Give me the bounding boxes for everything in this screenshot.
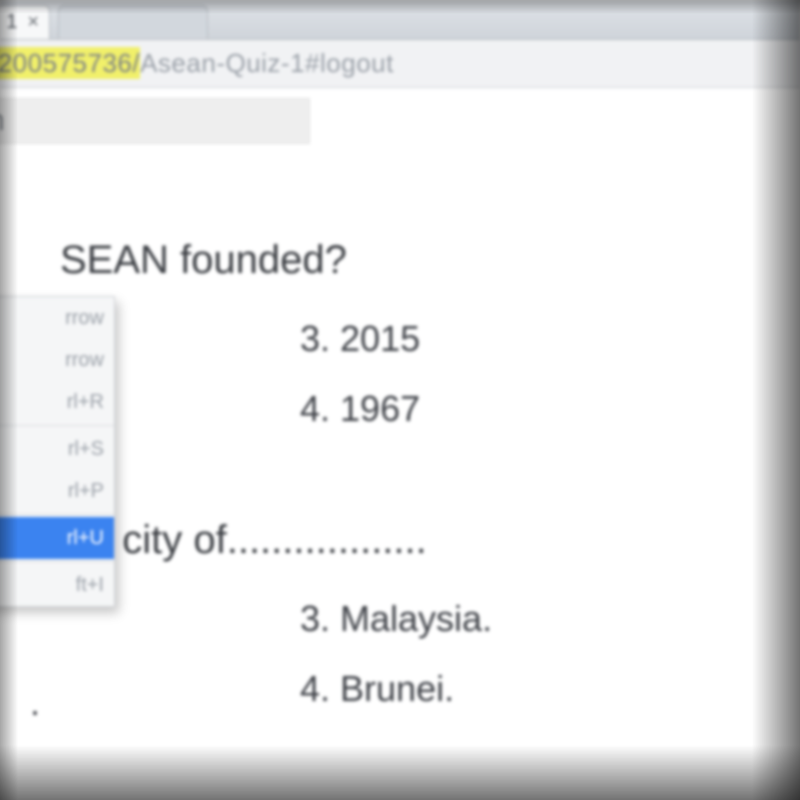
context-menu-item[interactable]: rl+P	[0, 470, 114, 512]
url-highlighted-segment: /200575736/	[0, 47, 140, 79]
search-input[interactable]: ch	[0, 98, 310, 144]
browser-tab-strip: 1 ×	[0, 0, 800, 40]
context-menu-item[interactable]: rl+S	[0, 428, 114, 470]
url-text: /200575736/Asean-Quiz-1#logout	[0, 48, 394, 79]
browser-tab-active[interactable]: 1 ×	[0, 5, 50, 39]
context-menu-item[interactable]: ft+I	[0, 564, 114, 606]
context-menu-item[interactable]: rrow	[0, 297, 114, 339]
url-rest: Asean-Quiz-1#logout	[140, 48, 394, 78]
question-1-text: SEAN founded?	[60, 238, 347, 283]
context-menu: rrow rrow rl+R rl+S rl+P rl+U ft+I	[0, 296, 115, 607]
context-menu-separator	[0, 425, 114, 426]
context-menu-item-selected[interactable]: rl+U	[0, 517, 114, 559]
context-menu-item[interactable]: rl+R	[0, 381, 114, 423]
question-1-option-3[interactable]: 3. 2015	[300, 318, 420, 360]
question-2-text: ital city of..................	[60, 518, 427, 563]
question-2-left-option-fragment[interactable]: .	[30, 682, 40, 724]
browser-tab-inactive[interactable]	[58, 5, 208, 39]
context-menu-separator	[0, 514, 114, 515]
page-content: ch SEAN founded? 3. 2015 4. 1967 ital ci…	[0, 88, 800, 800]
address-bar[interactable]: /200575736/Asean-Quiz-1#logout	[0, 40, 800, 88]
question-2-option-3[interactable]: 3. Malaysia.	[300, 598, 492, 640]
question-1-option-4[interactable]: 4. 1967	[300, 388, 420, 430]
context-menu-separator	[0, 561, 114, 562]
search-placeholder-fragment: ch	[0, 104, 5, 138]
context-menu-item[interactable]: rrow	[0, 339, 114, 381]
close-icon[interactable]: ×	[27, 11, 39, 34]
tab-title: 1	[6, 11, 17, 34]
question-2-option-4[interactable]: 4. Brunei.	[300, 668, 454, 710]
